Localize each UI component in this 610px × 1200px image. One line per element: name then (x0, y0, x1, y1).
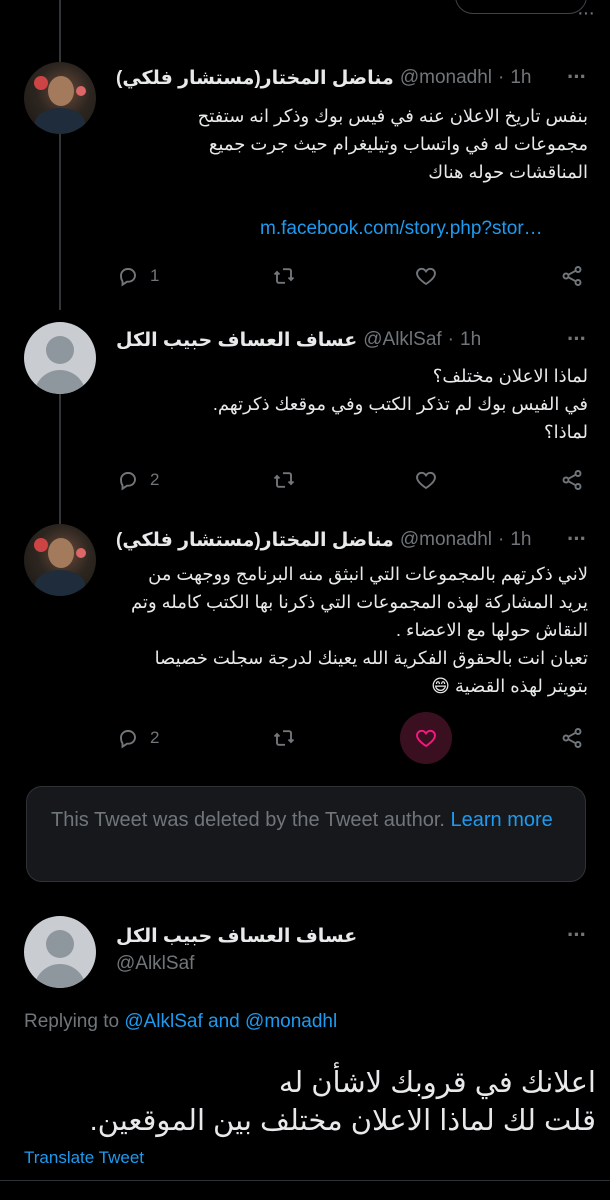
timestamp[interactable]: 1h (510, 67, 531, 89)
retweet-button[interactable] (272, 462, 296, 498)
like-icon (416, 267, 436, 286)
learn-more-link[interactable]: Learn more (451, 809, 553, 831)
more-icon[interactable]: ··· (567, 326, 587, 352)
reply-count: 2 (150, 470, 160, 489)
replying-to: Replying to @AlklSaf and @monadhl (24, 1011, 337, 1033)
share-button[interactable] (560, 720, 584, 756)
tweet-actions: 1 (110, 258, 590, 294)
tweet[interactable]: مناضل المختار(مستشار فلكي) @monadhl · 1h… (0, 62, 610, 308)
handle[interactable]: @monadhl (400, 67, 492, 89)
tweet-text: لماذا الاعلان مختلف؟ في الفيس بوك لم تذك… (212, 366, 588, 442)
more-icon[interactable]: ··· (567, 64, 587, 90)
share-icon (562, 728, 582, 748)
more-icon[interactable]: ··· (567, 526, 587, 552)
tweet-header: مناضل المختار(مستشار فلكي) @monadhl · 1h (116, 529, 532, 552)
main-tweet-name: عساف العساف حبيب الكل (116, 922, 546, 950)
more-icon[interactable]: ··· (577, 2, 595, 25)
retweet-button[interactable] (272, 720, 296, 756)
tweet-header: مناضل المختار(مستشار فلكي) @monadhl · 1h (116, 67, 532, 90)
avatar[interactable] (24, 322, 96, 394)
main-tweet-text: اعلانك في قروبك لاشأن له قلت لك لماذا ال… (89, 1067, 596, 1137)
tweet-text: لاني ذكرتهم بالمجموعات التي انبثق منه ال… (130, 564, 588, 696)
thread-line (59, 0, 61, 62)
share-button[interactable] (560, 258, 584, 294)
share-icon (562, 266, 582, 286)
like-button[interactable] (414, 462, 438, 498)
previous-card-edge (455, 0, 587, 14)
avatar[interactable] (24, 524, 96, 596)
display-name[interactable]: عساف العساف حبيب الكل (116, 329, 357, 352)
like-button-active[interactable] (400, 712, 452, 764)
reply-icon (120, 268, 136, 287)
tweet[interactable]: مناضل المختار(مستشار فلكي) @monadhl · 1h… (0, 524, 610, 774)
reply-button[interactable]: 2 (116, 462, 159, 498)
like-icon (416, 471, 436, 490)
tweet-header: عساف العساف حبيب الكل @AlklSaf · 1h (116, 329, 482, 352)
share-icon (562, 470, 582, 490)
tweet-text: بنفس تاريخ الاعلان عنه في فيس بوك وذكر ا… (197, 106, 588, 182)
retweet-icon (273, 472, 295, 488)
deleted-notice-text: This Tweet was deleted by the Tweet auth… (51, 809, 445, 831)
handle[interactable]: @monadhl (400, 529, 492, 551)
reply-icon (120, 472, 136, 491)
tweet-link[interactable]: m.facebook.com/story.php?stor… (260, 218, 543, 240)
reply-button[interactable]: 2 (116, 720, 159, 756)
tweet-actions: 2 (110, 462, 590, 498)
handle[interactable]: @AlklSaf (363, 329, 441, 351)
share-button[interactable] (560, 462, 584, 498)
like-button[interactable] (414, 258, 438, 294)
display-name[interactable]: مناضل المختار(مستشار فلكي) (116, 529, 394, 552)
tweet-actions: 2 (110, 712, 590, 764)
avatar[interactable] (24, 916, 96, 988)
replying-and: and (208, 1011, 240, 1032)
like-icon (416, 729, 436, 748)
reply-count: 1 (150, 266, 160, 285)
tweet[interactable]: عساف العساف حبيب الكل @AlklSaf · 1h ··· … (0, 322, 610, 512)
previous-content-stub: ··· (0, 0, 610, 50)
reply-button[interactable]: 1 (116, 258, 159, 294)
replying-mention[interactable]: @monadhl (245, 1011, 337, 1032)
replying-mention[interactable]: @AlklSaf (124, 1011, 202, 1032)
avatar[interactable] (24, 62, 96, 134)
reply-count: 2 (150, 728, 160, 747)
translate-tweet-link[interactable]: Translate Tweet (24, 1148, 144, 1168)
display-name[interactable]: عساف العساف حبيب الكل (116, 925, 357, 948)
reply-icon (120, 730, 136, 749)
retweet-icon (273, 730, 295, 746)
retweet-icon (273, 268, 295, 284)
timestamp[interactable]: 1h (460, 329, 481, 351)
more-icon[interactable]: ··· (567, 922, 587, 948)
divider (0, 1180, 610, 1181)
main-tweet-handle: @AlklSaf (116, 950, 546, 978)
handle[interactable]: @AlklSaf (116, 953, 194, 975)
timestamp[interactable]: 1h (510, 529, 531, 551)
replying-prefix: Replying to (24, 1011, 120, 1032)
retweet-button[interactable] (272, 258, 296, 294)
deleted-tweet-notice: This Tweet was deleted by the Tweet auth… (26, 786, 586, 882)
display-name[interactable]: مناضل المختار(مستشار فلكي) (116, 67, 394, 90)
